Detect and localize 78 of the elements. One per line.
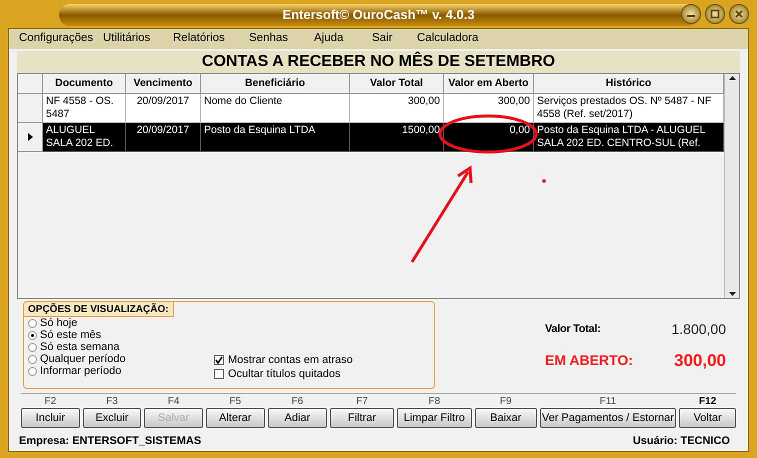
shortcut-key-label: F2 — [44, 395, 56, 408]
option-label: Qualquer período — [40, 352, 126, 366]
toolbar-button[interactable]: Limpar Filtro — [396, 408, 472, 428]
toolbar-button[interactable]: Baixar — [474, 408, 536, 428]
option-label: Só hoje — [40, 316, 78, 330]
column-header[interactable]: Histórico — [534, 74, 724, 94]
total-label: Valor Total: — [545, 322, 600, 337]
shortcut-key-label: F5 — [229, 395, 242, 408]
minimize-button[interactable] — [681, 4, 701, 24]
maximize-icon — [710, 9, 720, 19]
toolbar-button[interactable]: Adiar — [268, 408, 328, 428]
total-value: 1.800,00 — [672, 320, 726, 339]
close-icon — [734, 9, 744, 19]
table-cell: 20/09/2017 — [136, 124, 190, 136]
toolbar-button[interactable]: Voltar — [679, 408, 736, 428]
radio-button[interactable] — [28, 366, 37, 376]
table-cell: 300,00 — [408, 95, 440, 107]
shortcut-key-label: F11 — [600, 395, 616, 408]
toolbar-button[interactable]: Excluir — [82, 408, 142, 428]
shortcut-key-label: F12 — [699, 395, 716, 408]
option-label: Só esta semana — [40, 340, 120, 354]
table-cell: 1500,00 — [402, 124, 440, 136]
table-cell: 300,00 — [498, 95, 530, 107]
vertical-scrollbar[interactable] — [724, 74, 739, 298]
column-header[interactable]: Valor em Aberto — [444, 74, 534, 94]
table-cell: Nome do Cliente — [204, 95, 282, 107]
shortcut-key-label: F7 — [356, 395, 368, 408]
user-label: Usuário: TECNICO — [632, 434, 730, 449]
option-label: Informar período — [40, 364, 122, 379]
menu-item[interactable]: Utilitários — [103, 30, 173, 48]
scroll-down-icon[interactable] — [728, 290, 736, 298]
shortcut-key-label: F3 — [106, 395, 118, 408]
maximize-button[interactable] — [705, 4, 725, 24]
toolbar-button[interactable]: Ver Pagamentos / Estornar — [540, 408, 676, 428]
shortcut-key-label: F4 — [168, 395, 180, 408]
radio-button[interactable] — [28, 330, 37, 340]
menu-item[interactable]: Senhas — [249, 30, 314, 48]
panel-title: OPÇÕES DE VISUALIZAÇÃO: — [24, 302, 174, 317]
open-amount-label: EM ABERTO: — [545, 351, 633, 370]
table-cell: Posto da Esquina LTDA - ALUGUEL SALA 202 ED. CENTRO-SUL (Ref. — [537, 124, 706, 149]
close-button[interactable] — [729, 4, 749, 24]
column-header[interactable]: Valor Total — [350, 74, 444, 94]
checkbox[interactable] — [214, 369, 224, 379]
table-cell: 0,00 — [510, 124, 530, 136]
column-header[interactable]: Vencimento — [126, 74, 201, 94]
toolbar-button[interactable]: Incluir — [21, 408, 80, 428]
shortcut-key-label: F9 — [500, 395, 512, 408]
menu-item[interactable]: Ajuda — [314, 30, 372, 48]
table-cell: ALUGUEL SALA 202 ED. — [46, 124, 114, 149]
shortcut-key-label: F6 — [292, 395, 304, 408]
table-cell: Serviços prestados OS. Nº 5487 - NF 4558 (Ref. set/2017) — [537, 95, 712, 120]
table-row[interactable]: NF 4558 - OS. 5487 20/09/2017 Nome do Cliente 300,00 300,00 Serviços prestados OS. Nº 5487 - NF 4558 (Ref. set/2017) — [18, 94, 724, 123]
radio-button[interactable] — [28, 354, 37, 364]
menu-item[interactable]: Relatórios — [173, 30, 249, 48]
shortcut-key-label: F8 — [428, 395, 440, 408]
open-amount-value: 300,00 — [674, 350, 726, 372]
header-corner-cell — [18, 74, 43, 94]
menu-item[interactable]: Configurações — [19, 30, 103, 48]
toolbar-button[interactable]: Filtrar — [330, 408, 394, 428]
column-header[interactable]: Documento — [43, 74, 126, 94]
table-row[interactable]: ALUGUEL SALA 202 ED. 20/09/2017 Posto da Esquina LTDA 1500,00 0,00 Posto da Esquina LTDA - ALUGUEL SALA 202 ED. CENTRO-SUL (Ref. — [18, 123, 724, 152]
checkbox[interactable] — [214, 355, 224, 365]
annotation-dot — [542, 179, 546, 183]
menu-item[interactable]: Calculadora — [417, 30, 497, 48]
checkbox-label: Ocultar títulos quitados — [228, 366, 341, 382]
radio-button[interactable] — [28, 318, 37, 328]
table-cell: 20/09/2017 — [136, 95, 190, 107]
table-cell: Posto da Esquina LTDA — [204, 124, 316, 136]
table-cell: NF 4558 - OS. 5487 — [46, 95, 114, 120]
company-label: Empresa: ENTERSOFT_SISTEMAS — [19, 434, 202, 449]
page-heading: CONTAS A RECEBER NO MÊS DE SETEMBRO — [17, 51, 740, 73]
radio-button[interactable] — [28, 342, 37, 352]
option-label: Só este mês — [40, 328, 102, 342]
checkbox-label: Mostrar contas em atraso — [228, 352, 353, 368]
menu-item[interactable]: Sair — [372, 30, 417, 48]
current-row-icon — [28, 133, 32, 141]
column-header[interactable]: Beneficiário — [201, 74, 350, 94]
toolbar-button[interactable]: Alterar — [206, 408, 265, 428]
